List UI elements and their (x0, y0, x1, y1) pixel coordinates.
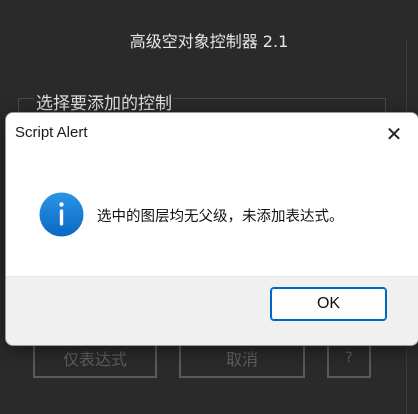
dialog-body: 选中的图层均无父级，未添加表达式。 (6, 155, 418, 276)
controls-group-label: 选择要添加的控制 (34, 89, 174, 114)
close-icon: ✕ (385, 122, 403, 146)
ok-button[interactable]: OK (270, 287, 387, 321)
close-button[interactable]: ✕ (376, 117, 412, 151)
script-alert-dialog: Script Alert ✕ 选中的图层均无父级，未添加表达式。 OK (5, 112, 418, 346)
dialog-footer: OK (6, 276, 418, 345)
panel-title: 高级空对象控制器 2.1 (129, 32, 289, 51)
dialog-titlebar[interactable]: Script Alert ✕ (6, 113, 418, 155)
info-icon (39, 192, 84, 237)
dialog-title: Script Alert (15, 124, 88, 141)
alert-message: 选中的图层均无父级，未添加表达式。 (97, 209, 344, 225)
